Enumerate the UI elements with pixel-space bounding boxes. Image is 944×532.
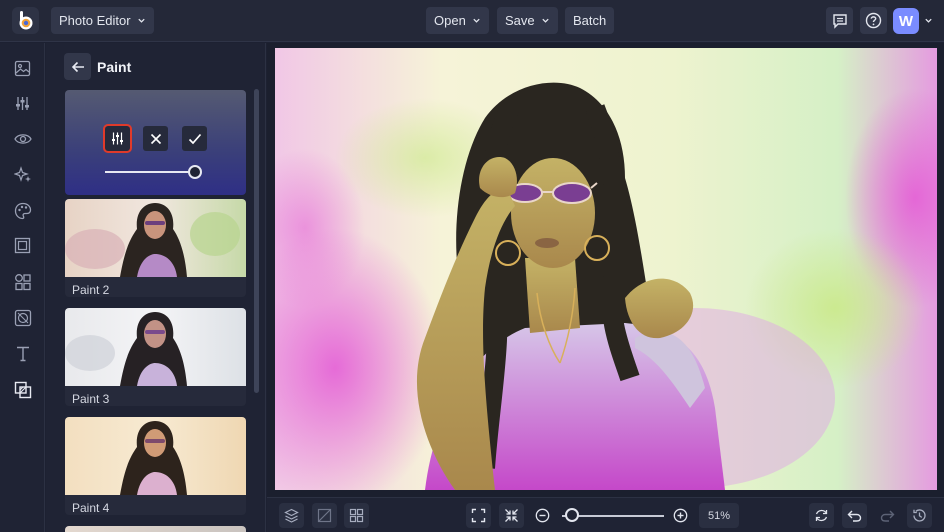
back-button[interactable]: [64, 53, 91, 80]
preset-thumbnail: [65, 199, 246, 277]
preset-paint-2[interactable]: Paint 2: [65, 199, 246, 297]
preset-next[interactable]: [65, 526, 246, 532]
save-dropdown[interactable]: Save: [497, 7, 558, 34]
canvas-area: [267, 43, 944, 497]
compare-icon: [317, 508, 332, 523]
paint-panel: Paint Paint 2 Paint 3 Paint 4: [46, 43, 266, 532]
apply-button[interactable]: [182, 126, 207, 151]
grid-icon: [349, 508, 364, 523]
chevron-down-icon[interactable]: [924, 16, 933, 25]
undo-button[interactable]: [842, 503, 867, 528]
preset-label: Paint 3: [72, 392, 110, 406]
batch-label: Batch: [573, 13, 607, 28]
help-icon: [865, 12, 882, 29]
layers-button[interactable]: [279, 503, 304, 528]
actual-size-button[interactable]: [499, 503, 524, 528]
save-label: Save: [505, 13, 535, 28]
edited-photo[interactable]: [275, 48, 937, 490]
user-avatar[interactable]: W: [893, 8, 919, 34]
comment-icon: [832, 13, 847, 29]
befunky-logo-icon: [19, 10, 32, 29]
collapse-icon: [505, 509, 518, 522]
zoom-out-icon[interactable]: [535, 508, 550, 523]
preset-label: Paint 2: [72, 283, 110, 297]
open-dropdown[interactable]: Open: [426, 7, 489, 34]
redo-button[interactable]: [875, 503, 900, 528]
overlay-icon[interactable]: [13, 380, 32, 399]
close-icon: [150, 133, 161, 144]
palette-icon[interactable]: [13, 201, 32, 220]
preset-thumbnail: [65, 417, 246, 495]
history-icon: [913, 509, 926, 522]
grid-button[interactable]: [344, 503, 369, 528]
photo-editor-label: Photo Editor: [59, 13, 131, 28]
refresh-icon: [815, 509, 828, 522]
preset-paint-3[interactable]: Paint 3: [65, 308, 246, 406]
sync-button[interactable]: [809, 503, 834, 528]
preset-thumbnail: [65, 526, 246, 532]
tool-sidebar: [0, 43, 45, 532]
eye-icon[interactable]: [13, 129, 32, 148]
text-icon[interactable]: [13, 344, 32, 363]
chevron-down-icon: [541, 18, 549, 23]
sliders-icon: [112, 132, 123, 145]
photo-image: [275, 48, 937, 490]
app-logo[interactable]: [12, 7, 39, 34]
undo-icon: [847, 510, 862, 522]
compare-button[interactable]: [312, 503, 337, 528]
effect-settings-card: [65, 90, 246, 195]
adjust-sliders-icon[interactable]: [13, 94, 32, 113]
layers-icon: [284, 508, 299, 523]
preset-thumbnail: [65, 308, 246, 386]
check-icon: [188, 133, 201, 144]
image-icon[interactable]: [13, 59, 32, 78]
panel-title: Paint: [97, 59, 132, 75]
panel-scrollbar[interactable]: [254, 89, 259, 393]
amount-slider-handle[interactable]: [188, 165, 203, 179]
arrow-left-icon: [71, 61, 84, 72]
preset-label: Paint 4: [72, 501, 110, 515]
cancel-button[interactable]: [143, 126, 168, 151]
chevron-down-icon: [473, 18, 480, 23]
fit-to-screen-button[interactable]: [466, 503, 491, 528]
expand-icon: [471, 508, 486, 523]
bottom-toolbar: 51%: [267, 497, 944, 532]
photo-editor-dropdown[interactable]: Photo Editor: [51, 7, 154, 34]
top-bar: Photo Editor Open Save Batch W: [0, 0, 944, 42]
preset-paint-4[interactable]: Paint 4: [65, 417, 246, 515]
zoom-in-icon[interactable]: [673, 508, 688, 523]
zoom-slider-handle[interactable]: [565, 508, 580, 522]
texture-icon[interactable]: [13, 308, 32, 327]
batch-button[interactable]: Batch: [565, 7, 615, 34]
history-button[interactable]: [907, 503, 932, 528]
sparkle-icon[interactable]: [13, 165, 32, 184]
settings-sliders-button[interactable]: [103, 124, 132, 153]
amount-slider-track[interactable]: [105, 171, 200, 173]
comments-button[interactable]: [826, 7, 853, 34]
help-button[interactable]: [860, 7, 887, 34]
redo-icon: [880, 510, 895, 522]
chevron-down-icon: [137, 18, 145, 23]
shapes-icon[interactable]: [13, 272, 32, 291]
open-label: Open: [434, 13, 466, 28]
frame-icon[interactable]: [13, 236, 32, 255]
zoom-level[interactable]: 51%: [699, 503, 739, 528]
